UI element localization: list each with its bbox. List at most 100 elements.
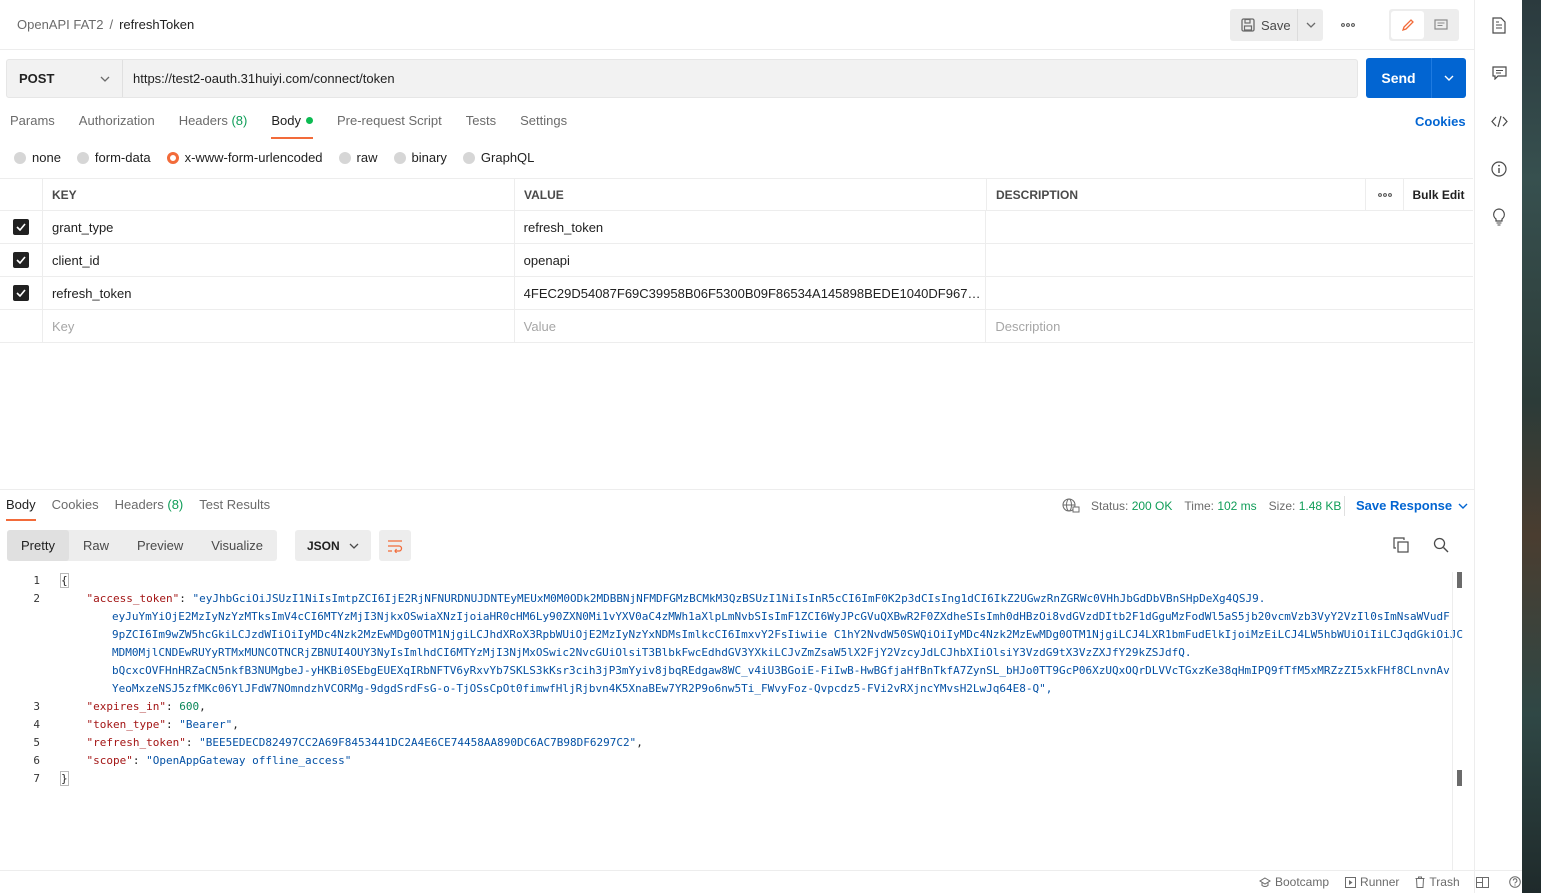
globe-lock-icon[interactable] (1062, 498, 1080, 514)
scrollbar-marker[interactable] (1457, 572, 1462, 588)
line-number: 1 (33, 574, 40, 587)
view-preview[interactable]: Preview (123, 530, 197, 561)
code-snippet-button[interactable] (1489, 111, 1509, 131)
radio-x-www-form-urlencoded[interactable]: x-www-form-urlencoded (166, 150, 323, 165)
two-pane-view-button[interactable] (1475, 876, 1493, 888)
help-button[interactable] (1508, 876, 1525, 888)
body-active-indicator (305, 117, 313, 124)
code-icon (1490, 115, 1508, 127)
line-number: 5 (33, 736, 40, 749)
row-checkbox[interactable] (12, 285, 29, 301)
radio-label: binary (411, 150, 447, 165)
tab-headers[interactable]: Headers (8) (179, 113, 248, 139)
documentation-button[interactable] (1489, 15, 1509, 35)
breadcrumb-separator: / (109, 17, 114, 32)
tab-pre-request-script[interactable]: Pre-request Script (337, 113, 442, 139)
format-value: JSON (307, 538, 340, 553)
tab-tests[interactable]: Tests (466, 113, 496, 139)
save-options-button[interactable] (1298, 22, 1323, 28)
send-button[interactable]: Send (1366, 58, 1432, 98)
tab-label: Headers (178, 113, 228, 128)
row-checkbox[interactable] (12, 219, 29, 235)
radio-binary[interactable]: binary (393, 150, 447, 165)
breadcrumb-collection[interactable]: OpenAPI FAT2 (17, 17, 103, 32)
response-divider[interactable] (0, 489, 1474, 490)
time-indicator[interactable]: Time: 102 ms (1184, 499, 1256, 513)
save-response-label: Save Response (1356, 498, 1453, 513)
table-options-button[interactable] (1366, 179, 1404, 210)
radio-circle-selected (166, 151, 179, 164)
header-checkbox-cell (0, 179, 43, 210)
tab-params[interactable]: Params (10, 113, 55, 139)
view-raw[interactable]: Raw (69, 530, 123, 561)
row-value[interactable]: refresh_token (515, 211, 987, 243)
method-select[interactable]: POST (7, 60, 123, 97)
tab-body[interactable]: Body (271, 113, 313, 139)
info-button[interactable] (1489, 159, 1509, 179)
comment-mode-button[interactable] (1424, 11, 1457, 39)
search-response-button[interactable] (1433, 537, 1449, 556)
save-button[interactable]: Save (1230, 9, 1298, 41)
tab-settings[interactable]: Settings (520, 113, 567, 139)
json-string-wrap: bQcxcOVFHnHRZaCN5nkfB3NUMgbeJ-yHKBi0SEbg… (112, 664, 1450, 677)
row-key[interactable]: client_id (43, 244, 515, 276)
code-text: } (40, 770, 69, 788)
format-select[interactable]: JSON (295, 530, 371, 561)
code-line: 3 "expires_in": 600, (0, 698, 1452, 716)
new-key-input[interactable]: Key (43, 310, 515, 342)
tab-label: Authorization (78, 113, 155, 128)
copy-response-button[interactable] (1393, 537, 1409, 556)
row-key[interactable]: grant_type (43, 211, 515, 243)
radio-label: raw (356, 150, 378, 165)
save-response-button[interactable]: Save Response (1356, 498, 1468, 513)
row-value-cell[interactable]: 4FEC29D54087F69C39958B06F5300B09F86534A1… (515, 277, 987, 309)
row-key[interactable]: refresh_token (43, 277, 515, 309)
breadcrumb-request-name[interactable]: refreshToken (119, 17, 194, 32)
trash-button[interactable]: Trash (1415, 875, 1460, 889)
comments-button[interactable] (1489, 63, 1509, 83)
row-description[interactable] (986, 244, 1473, 276)
code-text: { (40, 572, 69, 590)
size-indicator[interactable]: Size: 1.48 KB (1269, 499, 1342, 513)
response-view-modes: Pretty Raw Preview Visualize (7, 530, 278, 561)
line-number: 6 (33, 754, 40, 767)
url-input[interactable] (123, 60, 1357, 97)
new-value-input[interactable]: Value (515, 310, 987, 342)
response-tab-headers[interactable]: Headers (8) (115, 497, 184, 521)
radio-graphql[interactable]: GraphQL (462, 150, 534, 165)
bootcamp-button[interactable]: Bootcamp (1259, 875, 1329, 889)
row-value: 4FEC29D54087F69C39958B06F5300B09F86534A1… (523, 285, 984, 301)
row-value[interactable]: openapi (515, 244, 987, 276)
response-tab-cookies[interactable]: Cookies (52, 497, 99, 521)
radio-none[interactable]: none (14, 150, 61, 165)
wrap-lines-button[interactable] (379, 530, 411, 561)
size-label: Size: (1268, 499, 1296, 513)
view-visualize[interactable]: Visualize (197, 530, 277, 561)
json-string: "OpenAppGateway offline_access" (146, 754, 352, 767)
response-tab-test-results[interactable]: Test Results (199, 497, 270, 521)
bulk-edit-button[interactable]: Bulk Edit (1404, 179, 1473, 210)
row-checkbox-cell (0, 211, 43, 243)
status-label: Status: (1091, 499, 1129, 513)
code-line: 2 "access_token": "eyJhbGciOiJSUzI1NiIsI… (0, 590, 1452, 608)
response-body-code[interactable]: 1{ 2 "access_token": "eyJhbGciOiJSUzI1Ni… (0, 572, 1463, 788)
new-description-input[interactable]: Description (986, 310, 1473, 342)
code-line-wrap: YeoMxzeNSJ5zfMKc06YlJFdW7NOmndzhVCORMg-9… (0, 680, 1452, 698)
view-pretty[interactable]: Pretty (7, 530, 69, 561)
send-options-button[interactable] (1432, 58, 1466, 98)
runner-button[interactable]: Runner (1345, 875, 1399, 889)
radio-raw[interactable]: raw (338, 150, 378, 165)
scrollbar-marker[interactable] (1457, 770, 1462, 786)
row-checkbox[interactable] (12, 252, 29, 268)
more-actions-button[interactable] (1336, 14, 1360, 36)
response-tab-body[interactable]: Body (6, 497, 36, 521)
row-description[interactable] (986, 211, 1473, 243)
cookies-link[interactable]: Cookies (1415, 114, 1466, 129)
tab-authorization[interactable]: Authorization (79, 113, 155, 139)
related-collections-button[interactable] (1489, 207, 1509, 227)
radio-form-data[interactable]: form-data (76, 150, 151, 165)
edit-mode-button[interactable] (1391, 11, 1424, 39)
row-description[interactable] (986, 277, 1473, 309)
checkmark-icon (16, 256, 26, 264)
status-indicator[interactable]: Status: 200 OK (1091, 499, 1172, 513)
